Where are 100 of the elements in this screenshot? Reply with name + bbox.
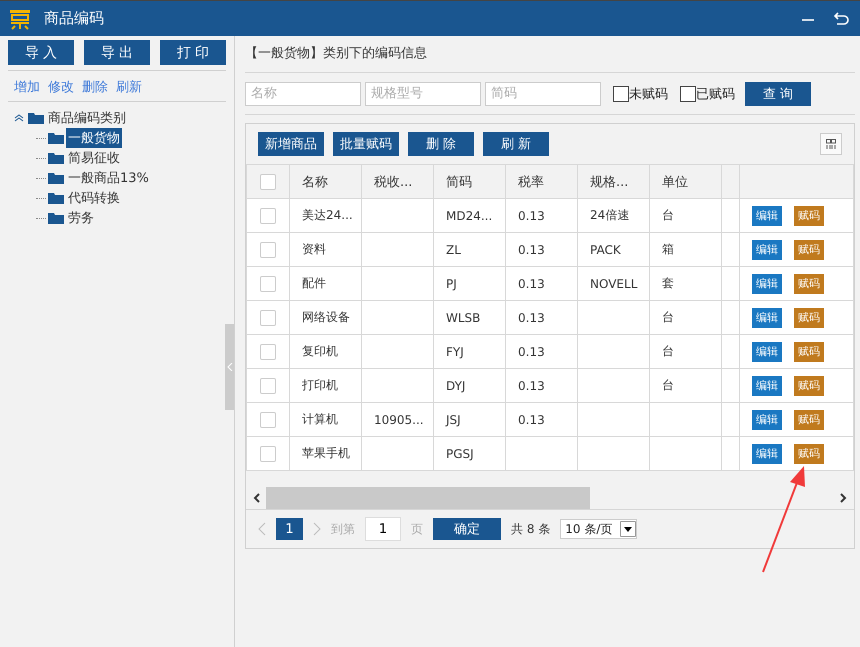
tree-item[interactable]: 简易征收	[66, 148, 122, 168]
row-checkbox[interactable]	[260, 446, 276, 462]
row-checkbox[interactable]	[260, 242, 276, 258]
search-field[interactable]: 规格型号	[365, 82, 481, 106]
toolbar-button[interactable]: 删 除	[408, 132, 474, 156]
table-cell: 复印机	[302, 344, 338, 358]
table-cell: 10905...	[374, 412, 424, 426]
column-header: 规格...	[578, 164, 650, 198]
confirm-button[interactable]: 确定	[433, 518, 501, 540]
column-header: 税收...	[362, 164, 434, 198]
column-header: 名称	[290, 164, 362, 198]
table-cell: 0.13	[518, 276, 545, 290]
assign-code-button[interactable]: 赋码	[794, 240, 824, 260]
checkbox[interactable]	[613, 86, 629, 102]
scrollbar-thumb[interactable]	[266, 487, 590, 509]
prev-page-icon[interactable]	[258, 522, 266, 536]
row-checkbox[interactable]	[260, 276, 276, 292]
toolbar-button[interactable]: 导 出	[84, 40, 150, 65]
edit-button[interactable]: 编辑	[752, 342, 782, 362]
row-checkbox[interactable]	[260, 378, 276, 394]
table-cell: 苹果手机	[302, 446, 350, 460]
search-field[interactable]: 简码	[485, 82, 601, 106]
assign-code-button[interactable]: 赋码	[794, 342, 824, 362]
checkbox-label: 未赋码	[629, 86, 668, 102]
edit-button[interactable]: 编辑	[752, 410, 782, 430]
assign-code-button[interactable]: 赋码	[794, 308, 824, 328]
window-title: 商品编码	[44, 9, 104, 28]
tree-item[interactable]: 代码转换	[66, 188, 122, 208]
assign-code-button[interactable]: 赋码	[794, 376, 824, 396]
table-cell: 0.13	[518, 378, 545, 392]
horizontal-scrollbar[interactable]	[246, 487, 854, 510]
table-cell: PJ	[446, 276, 457, 290]
page-input[interactable]: 1	[365, 517, 401, 541]
folder-icon	[48, 132, 64, 144]
assign-code-button[interactable]: 赋码	[794, 206, 824, 226]
link[interactable]: 刷新	[116, 78, 142, 96]
edit-button[interactable]: 编辑	[752, 444, 782, 464]
columns-button[interactable]	[820, 133, 842, 155]
toolbar-button[interactable]: 新增商品	[258, 132, 324, 156]
table-cell: JSJ	[446, 412, 461, 426]
table-cell: MD24...	[446, 208, 492, 222]
link[interactable]: 删除	[82, 78, 108, 96]
row-checkbox[interactable]	[260, 412, 276, 428]
folder-icon	[48, 152, 64, 164]
query-button[interactable]: 查 询	[745, 82, 811, 106]
table-cell: 美达24...	[302, 208, 353, 222]
toolbar-button[interactable]: 导 入	[8, 40, 74, 65]
table-cell: 计算机	[302, 412, 338, 426]
edit-button[interactable]: 编辑	[752, 376, 782, 396]
edit-button[interactable]: 编辑	[752, 308, 782, 328]
chevron-left-icon	[226, 363, 232, 371]
collapse-icon[interactable]	[14, 114, 26, 122]
table-cell: 资料	[302, 242, 326, 256]
folder-icon	[48, 192, 64, 204]
next-page-icon[interactable]	[313, 522, 321, 536]
chevron-left-icon[interactable]	[252, 492, 262, 504]
table-cell: 台	[662, 208, 674, 222]
section-heading: 【一般货物】类别下的编码信息	[245, 36, 855, 73]
tree-item[interactable]: 劳务	[66, 208, 96, 228]
row-checkbox[interactable]	[260, 344, 276, 360]
checkbox[interactable]	[680, 86, 696, 102]
page-button[interactable]: 1	[276, 518, 303, 540]
tree-item[interactable]: 一般商品13%	[66, 168, 151, 188]
edit-button[interactable]: 编辑	[752, 206, 782, 226]
tree-item[interactable]: 商品编码类别	[46, 108, 128, 128]
column-header: 税率	[506, 164, 578, 198]
table-cell: 0.13	[518, 310, 545, 324]
tree-item[interactable]: 一般货物	[66, 128, 122, 148]
assign-code-button[interactable]: 赋码	[794, 410, 824, 430]
table-cell: PACK	[590, 242, 621, 256]
table-cell: 套	[662, 276, 674, 290]
toolbar-button[interactable]: 打 印	[160, 40, 226, 65]
link[interactable]: 修改	[48, 78, 74, 96]
row-checkbox[interactable]	[260, 208, 276, 224]
search-field[interactable]: 名称	[245, 82, 361, 106]
chevron-right-icon[interactable]	[838, 492, 848, 504]
collapse-handle[interactable]	[225, 324, 234, 410]
toolbar-button[interactable]: 批量赋码	[333, 132, 399, 156]
assign-code-button[interactable]: 赋码	[794, 274, 824, 294]
edit-button[interactable]: 编辑	[752, 274, 782, 294]
link[interactable]: 增加	[14, 78, 40, 96]
toolbar-button[interactable]: 刷 新	[483, 132, 549, 156]
table-cell: 台	[662, 378, 674, 392]
table-cell: 台	[662, 310, 674, 324]
return-arrow-icon[interactable]	[832, 10, 850, 26]
folder-icon	[28, 112, 44, 124]
table-cell: DYJ	[446, 378, 466, 392]
grid-icon	[825, 138, 837, 150]
table-cell: 箱	[662, 242, 674, 256]
total-count: 共 8 条	[511, 520, 550, 538]
page-size-select[interactable]: 10 条/页	[560, 519, 638, 539]
checkbox-label: 已赋码	[696, 86, 735, 102]
column-header: 简码	[434, 164, 506, 198]
select-all-checkbox[interactable]	[260, 174, 276, 190]
edit-button[interactable]: 编辑	[752, 240, 782, 260]
table-cell: WLSB	[446, 310, 480, 324]
folder-icon	[48, 172, 64, 184]
assign-code-button[interactable]: 赋码	[794, 444, 824, 464]
folder-icon	[48, 212, 64, 224]
row-checkbox[interactable]	[260, 310, 276, 326]
